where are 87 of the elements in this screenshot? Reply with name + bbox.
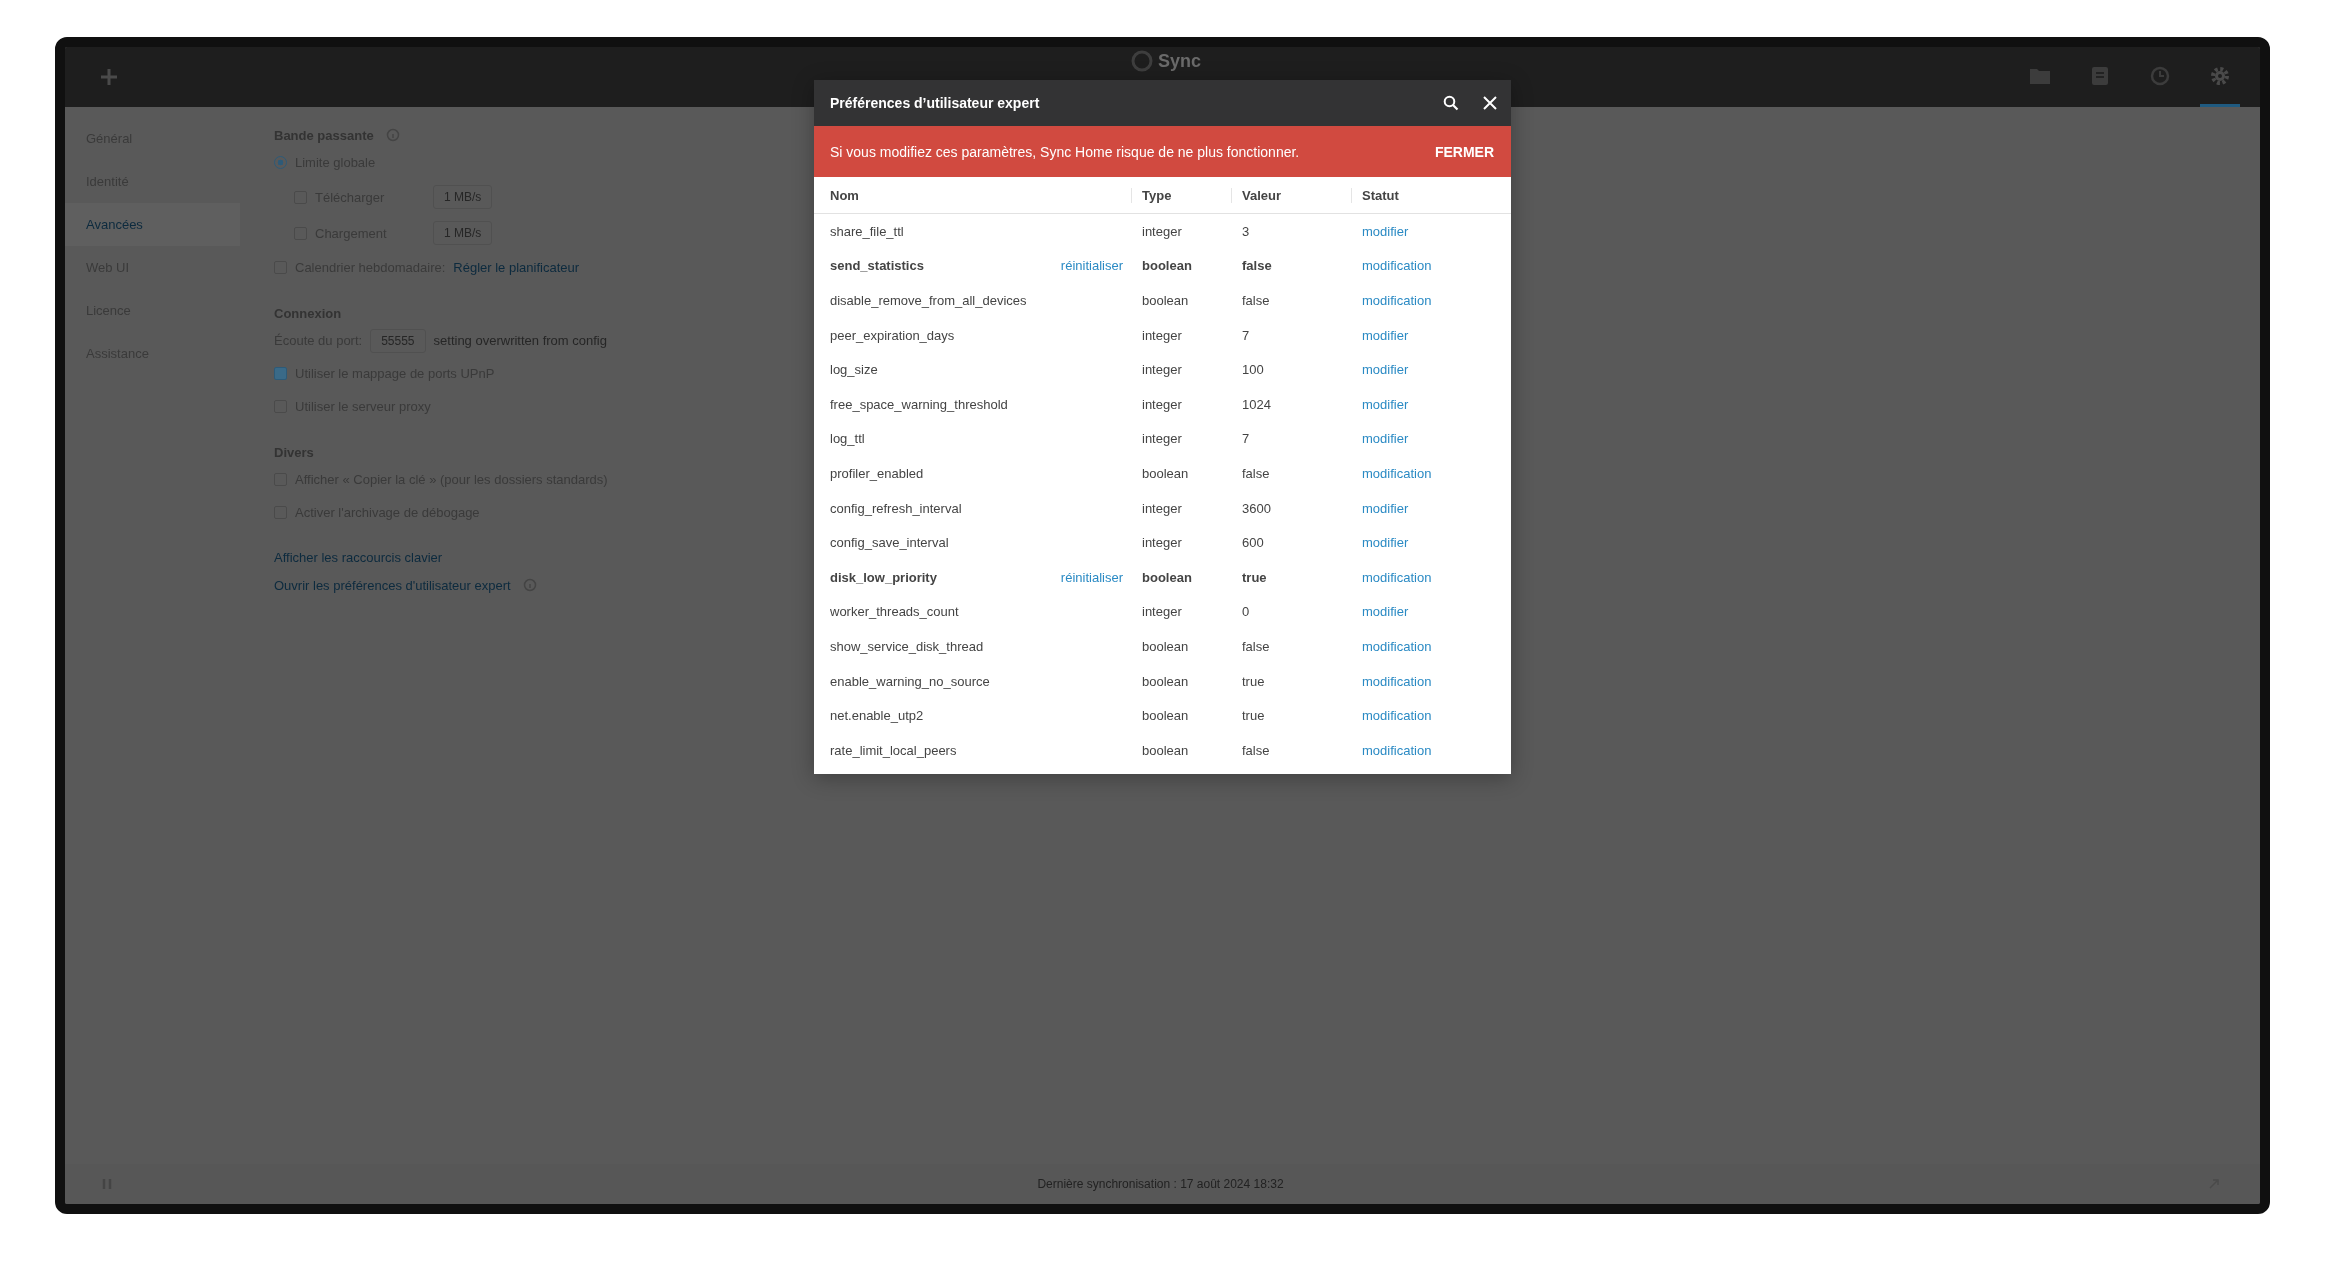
setting-value: 1024 bbox=[1241, 396, 1272, 412]
setting-value: false bbox=[1241, 742, 1271, 758]
search-icon[interactable] bbox=[1443, 95, 1459, 111]
setting-value: 0 bbox=[1241, 604, 1251, 620]
setting-type: integer bbox=[1141, 500, 1183, 516]
setting-type: boolean bbox=[1141, 742, 1190, 758]
setting-type: boolean bbox=[1141, 673, 1190, 689]
setting-name: share_file_ttl bbox=[829, 223, 904, 239]
setting-value: 600 bbox=[1241, 535, 1265, 551]
setting-name: config_refresh_interval bbox=[829, 500, 962, 516]
setting-value: false bbox=[1241, 293, 1271, 308]
settings-link[interactable]: Afficher les raccourcis clavier bbox=[274, 549, 443, 565]
setting-type: boolean bbox=[1141, 708, 1190, 724]
setting-type: boolean bbox=[1141, 293, 1190, 308]
logo-icon bbox=[1130, 49, 1154, 73]
setting-name: enable_warning_no_source bbox=[829, 673, 990, 689]
edit-link[interactable]: modification bbox=[1362, 673, 1432, 689]
checkbox[interactable] bbox=[274, 367, 287, 380]
edit-link[interactable]: modifier bbox=[1362, 327, 1409, 343]
setting-name: peer_expiration_days bbox=[829, 327, 955, 343]
setting-name: disk_low_priority bbox=[829, 569, 937, 585]
radio-button[interactable] bbox=[274, 156, 287, 169]
close-icon[interactable] bbox=[1483, 96, 1497, 110]
edit-link[interactable]: modifier bbox=[1362, 362, 1409, 378]
setting-type: boolean bbox=[1141, 569, 1193, 585]
warning-text: Si vous modifiez ces paramètres, Sync Home risque de ne plus fonctionner. bbox=[830, 143, 1300, 160]
setting-value: true bbox=[1241, 673, 1266, 689]
setting-type: integer bbox=[1141, 327, 1183, 343]
setting-type: integer bbox=[1141, 431, 1183, 447]
setting-name: worker_threads_count bbox=[829, 604, 959, 620]
edit-link[interactable]: modification bbox=[1362, 742, 1432, 758]
setting-type: integer bbox=[1141, 223, 1183, 239]
setting-name: disable_remove_from_all_devices bbox=[829, 293, 1027, 308]
document-icon bbox=[2091, 65, 2109, 86]
setting-value: 3 bbox=[1241, 223, 1251, 239]
setting-type: integer bbox=[1141, 362, 1183, 378]
edit-link[interactable]: modification bbox=[1362, 258, 1432, 274]
edit-link[interactable]: modification bbox=[1362, 638, 1432, 654]
column-header[interactable]: Nom bbox=[814, 187, 1131, 203]
edit-link[interactable]: modifier bbox=[1362, 535, 1409, 551]
edit-link[interactable]: modification bbox=[1362, 465, 1432, 481]
setting-name: profiler_enabled bbox=[829, 465, 924, 481]
setting-value: 100 bbox=[1241, 362, 1265, 378]
edit-link[interactable]: modifier bbox=[1362, 223, 1409, 239]
setting-name: config_save_interval bbox=[829, 535, 949, 551]
setting-name: net.enable_utp2 bbox=[829, 708, 924, 724]
setting-name: log_ttl bbox=[829, 431, 865, 447]
setting-value: false bbox=[1241, 465, 1271, 481]
setting-type: boolean bbox=[1141, 638, 1190, 654]
setting-value: 7 bbox=[1241, 431, 1251, 447]
sidebar-item[interactable]: Avancées bbox=[65, 203, 240, 246]
edit-link[interactable]: modification bbox=[1362, 293, 1432, 308]
column-header[interactable]: Valeur bbox=[1231, 187, 1351, 203]
setting-type: boolean bbox=[1141, 465, 1190, 481]
column-header[interactable]: Type bbox=[1131, 187, 1231, 203]
logo-text: Sync bbox=[1158, 50, 1202, 72]
edit-link[interactable]: modifier bbox=[1362, 604, 1409, 620]
dialog-title: Préférences d’utilisateur expert bbox=[830, 95, 1040, 111]
scheduler-link[interactable]: Régler le planificateur bbox=[453, 260, 580, 275]
setting-type: integer bbox=[1141, 535, 1183, 551]
setting-name: free_space_warning_threshold bbox=[829, 396, 1008, 412]
plus-icon[interactable] bbox=[99, 67, 119, 87]
edit-link[interactable]: modification bbox=[1362, 708, 1432, 724]
edit-link[interactable]: modifier bbox=[1362, 396, 1409, 412]
edit-link[interactable]: modification bbox=[1362, 569, 1432, 585]
clock-icon bbox=[2150, 65, 2170, 86]
edit-link[interactable]: modifier bbox=[1362, 500, 1409, 516]
setting-type: integer bbox=[1141, 396, 1183, 412]
edit-link[interactable]: modifier bbox=[1362, 431, 1409, 447]
settings-icon bbox=[2210, 65, 2230, 86]
setting-name: show_service_disk_thread bbox=[829, 638, 984, 654]
setting-name: rate_limit_local_peers bbox=[829, 742, 957, 758]
setting-value: true bbox=[1241, 708, 1266, 724]
setting-name: log_size bbox=[829, 362, 878, 378]
setting-value: 3600 bbox=[1241, 500, 1272, 516]
setting-type: integer bbox=[1141, 604, 1183, 620]
column-header[interactable]: Statut bbox=[1351, 187, 1399, 203]
reset-link[interactable]: réinitialiser bbox=[1060, 258, 1123, 274]
setting-value: true bbox=[1241, 569, 1268, 585]
setting-name: send_statistics bbox=[829, 258, 924, 274]
setting-type: boolean bbox=[1141, 258, 1193, 274]
reset-link[interactable]: réinitialiser bbox=[1060, 569, 1123, 585]
dismiss-button[interactable]: FERMER bbox=[1417, 133, 1511, 170]
setting-value: false bbox=[1241, 638, 1271, 654]
setting-value: false bbox=[1241, 258, 1273, 274]
setting-value: 7 bbox=[1241, 327, 1251, 343]
settings-link[interactable]: Ouvrir les préférences d'utilisateur expert bbox=[274, 577, 511, 593]
